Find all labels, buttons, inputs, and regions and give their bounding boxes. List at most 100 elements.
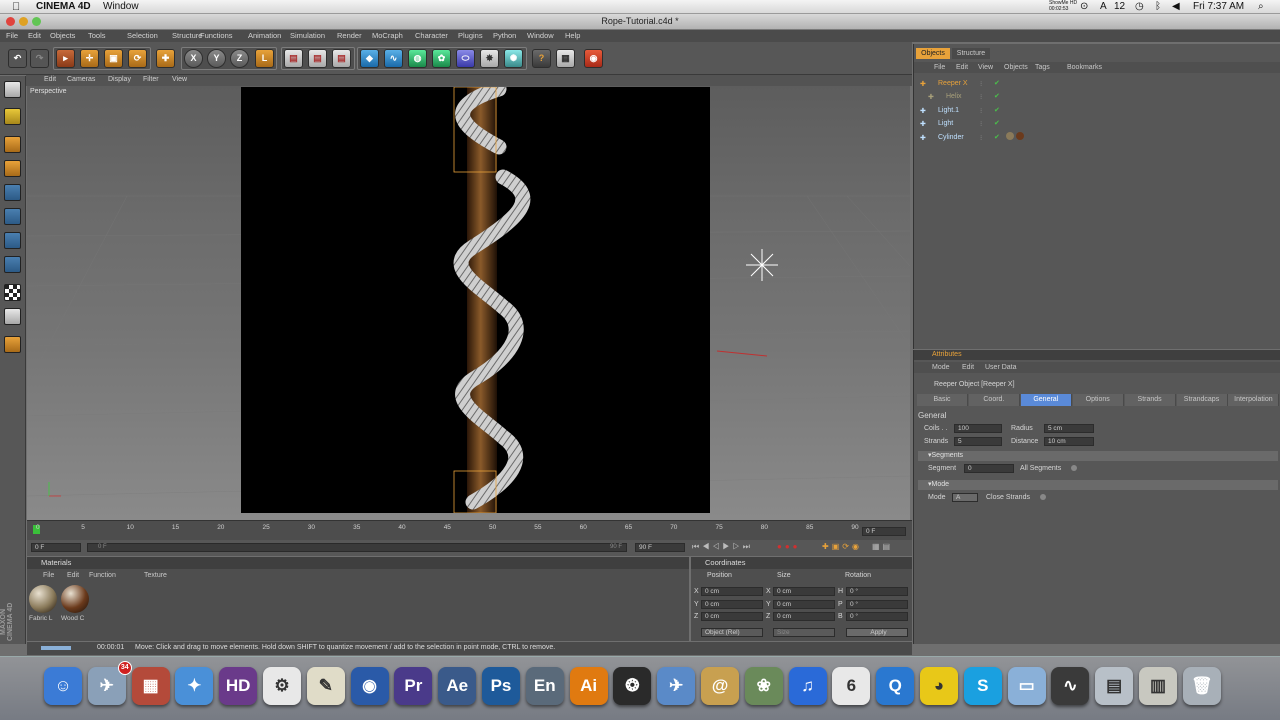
dock-encore-icon[interactable]: En: [525, 667, 564, 705]
app-menu-structure[interactable]: Structure: [172, 31, 202, 40]
position-field[interactable]: 0 cm: [701, 587, 763, 596]
app-menu-window[interactable]: Window: [527, 31, 554, 40]
visibility-dots-icon[interactable]: ⁝: [980, 80, 982, 88]
light-gizmo-icon[interactable]: [746, 249, 778, 281]
rotation-field[interactable]: 0 °: [846, 612, 908, 621]
timeline-ruler[interactable]: 0 F 0 5 10 15 20 25 30 35 40 45 50 55 60 65 70 75 80 85 90: [27, 520, 912, 540]
dock-folder-icon[interactable]: ▭: [1007, 667, 1046, 705]
visibility-dots-icon[interactable]: ⁝: [980, 120, 982, 128]
environment-icon[interactable]: ✺: [504, 49, 523, 68]
coils-field[interactable]: 100: [954, 424, 1002, 433]
app-name-menu[interactable]: CINEMA 4D: [36, 1, 91, 12]
app-menu-plugins[interactable]: Plugins: [458, 31, 483, 40]
attributes-menu-mode[interactable]: Mode: [932, 364, 950, 371]
dock-iphoto-icon[interactable]: ❀: [744, 667, 783, 705]
size-field[interactable]: 0 cm: [773, 599, 835, 609]
size-field[interactable]: 0 cm: [773, 587, 835, 596]
attributes-menu-user-data[interactable]: User Data: [985, 364, 1017, 371]
dock-hd-icon[interactable]: HD: [219, 667, 258, 705]
object-name[interactable]: Helix: [946, 93, 962, 100]
add-tool-icon[interactable]: ✚: [156, 49, 175, 68]
scene-icon[interactable]: ✸: [480, 49, 499, 68]
array-icon[interactable]: ✿: [432, 49, 451, 68]
objects-menu-edit[interactable]: Edit: [956, 64, 968, 71]
viewport-menu-filter[interactable]: Filter: [143, 76, 159, 83]
visibility-dots-icon[interactable]: ⁝: [980, 93, 982, 101]
app-menu-tools[interactable]: Tools: [88, 31, 106, 40]
attr-tab-basic[interactable]: Basic: [917, 394, 968, 406]
viewport-menu-display[interactable]: Display: [108, 76, 131, 83]
materials-menu-edit[interactable]: Edit: [67, 572, 79, 579]
make-editable-icon[interactable]: [4, 81, 21, 98]
snap-icon[interactable]: [4, 308, 21, 325]
objects-menu-objects[interactable]: Objects: [1004, 64, 1028, 71]
key-tracks-icon[interactable]: ✚▣⟳◉: [822, 542, 862, 551]
materials-menu-file[interactable]: File: [43, 572, 54, 579]
object-tree-row[interactable]: ✚ Reeper X ⁝ ✔: [918, 79, 1278, 91]
cube-icon[interactable]: ◆: [360, 49, 379, 68]
object-tree-row[interactable]: ✚ Cylinder ⁝ ✔: [918, 131, 1278, 145]
objects-menu-file[interactable]: File: [934, 64, 945, 71]
materials-menu-texture[interactable]: Texture: [144, 572, 167, 579]
app-menu-character[interactable]: Character: [415, 31, 448, 40]
dock-address-book-icon[interactable]: @: [701, 667, 739, 705]
transport-controls[interactable]: ⏮◀◁▶▷⏭: [692, 542, 753, 552]
select-tool-icon[interactable]: ▸: [56, 49, 75, 68]
attr-tab-strands[interactable]: Strands: [1124, 394, 1176, 406]
app-menu-python[interactable]: Python: [493, 31, 516, 40]
range-slider[interactable]: 0 F 90 F: [87, 543, 627, 552]
clock[interactable]: Fri 7:37 AM: [1193, 1, 1244, 12]
app-menu-simulation[interactable]: Simulation: [290, 31, 325, 40]
object-name[interactable]: Light: [938, 120, 953, 127]
dock-mail-icon[interactable]: ✈ 34: [87, 661, 132, 705]
coordinate-mode-select[interactable]: Object (Rel): [701, 628, 763, 637]
timemachine-icon[interactable]: ◷: [1135, 1, 1144, 12]
dock-itunes-icon[interactable]: ♫: [788, 667, 827, 705]
dock-trash-icon[interactable]: 🗑: [1182, 667, 1221, 705]
rotation-field[interactable]: 0 °: [846, 599, 908, 609]
viewport-menu-edit[interactable]: Edit: [44, 76, 56, 83]
mode-select[interactable]: A: [952, 493, 978, 502]
spline-icon[interactable]: ∿: [384, 49, 403, 68]
enabled-check-icon[interactable]: ✔: [994, 106, 1000, 114]
adobe-icon[interactable]: A: [1100, 1, 1107, 12]
dock-after-effects-icon[interactable]: Ae: [438, 667, 477, 705]
object-tree-row[interactable]: ✚ Light.1 ⁝ ✔: [918, 106, 1278, 118]
camera-icon[interactable]: ?: [532, 49, 551, 68]
tab-structure[interactable]: Structure: [952, 48, 990, 59]
dock-activity-monitor-icon[interactable]: ∿: [1051, 667, 1090, 705]
redo-icon[interactable]: ↷: [30, 49, 49, 68]
nurbs-icon[interactable]: ◍: [408, 49, 427, 68]
app-menu-mocraph[interactable]: MoCraph: [372, 31, 403, 40]
points-mode-icon[interactable]: [4, 184, 21, 201]
radius-field[interactable]: 5 cm: [1044, 424, 1094, 433]
objects-menu-tags[interactable]: Tags: [1035, 64, 1050, 71]
app-menu-help[interactable]: Help: [565, 31, 580, 40]
attr-tab-interpolation[interactable]: Interpolation: [1228, 394, 1280, 406]
polygons-mode-icon[interactable]: [4, 232, 21, 249]
visibility-dots-icon[interactable]: ⁝: [980, 107, 982, 115]
minimize-window-icon[interactable]: [19, 17, 28, 26]
attr-tab-options[interactable]: Options: [1072, 394, 1124, 406]
apple-menu-icon[interactable]: : [12, 1, 20, 13]
mode-section-header[interactable]: ▾Mode: [918, 480, 1278, 490]
attributes-menu-edit[interactable]: Edit: [962, 364, 974, 371]
deformer-icon[interactable]: ⬭: [456, 49, 475, 68]
app-menu-selection[interactable]: Selection: [127, 31, 158, 40]
render-view-icon[interactable]: ▤: [284, 49, 303, 68]
position-field[interactable]: 0 cm: [701, 612, 763, 621]
objects-menu-view[interactable]: View: [978, 64, 993, 71]
dock-skype-icon[interactable]: S: [963, 667, 1002, 705]
render-settings-icon[interactable]: ▤: [332, 49, 351, 68]
current-frame-field[interactable]: 0 F: [862, 527, 906, 536]
move-tool-icon[interactable]: ✛: [80, 49, 99, 68]
window-menu[interactable]: Window: [103, 1, 139, 12]
size-field[interactable]: 0 cm: [773, 612, 835, 621]
playback-options-icon[interactable]: ▦▤: [872, 542, 893, 551]
close-window-icon[interactable]: [6, 17, 15, 26]
light-icon[interactable]: ▦: [556, 49, 575, 68]
dock-cinema-4d-icon[interactable]: ❂: [613, 667, 652, 705]
app-menu-render[interactable]: Render: [337, 31, 362, 40]
dock-photoshop-icon[interactable]: Ps: [482, 667, 520, 705]
render-picture-viewer-icon[interactable]: ▤: [308, 49, 327, 68]
